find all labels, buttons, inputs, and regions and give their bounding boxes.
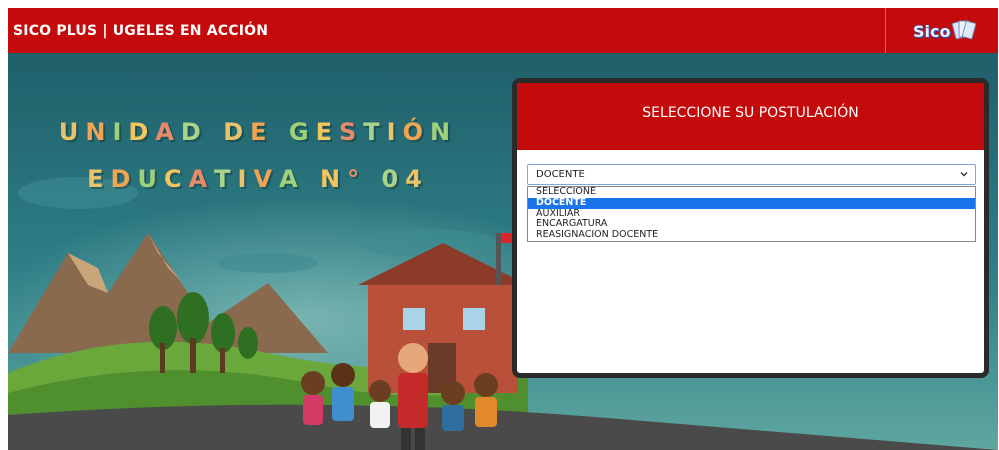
hero-title-line-2: EDUCATIVA N° 04 <box>8 165 508 193</box>
sico-logo[interactable]: Sico <box>913 18 977 44</box>
hero-letter: E <box>250 118 274 146</box>
logo-text: Sico <box>913 21 951 41</box>
hero-letter: A <box>279 165 305 193</box>
cards-icon <box>952 20 977 40</box>
hero-letter <box>305 165 320 193</box>
postulacion-select[interactable]: DOCENTE <box>527 164 976 185</box>
chevron-down-icon <box>960 172 968 177</box>
postulacion-modal: SELECCIONE SU POSTULACIÓN DOCENTE SELECC… <box>512 78 989 378</box>
header-divider <box>885 8 886 53</box>
hero-letter: I <box>112 118 129 146</box>
hero-letter: ° <box>347 165 367 193</box>
select-option[interactable]: SELECCIONE <box>528 186 975 198</box>
select-option[interactable]: DOCENTE <box>528 197 975 209</box>
hero-letter: E <box>315 118 339 146</box>
modal-title: SELECCIONE SU POSTULACIÓN <box>517 83 984 150</box>
hero-letter: T <box>214 165 238 193</box>
hero-letter: Ó <box>402 118 431 146</box>
hero-letter: D <box>110 165 138 193</box>
hero-letter: 4 <box>405 165 429 193</box>
hero-letter <box>366 165 381 193</box>
app-title: SICO PLUS | UGELES EN ACCIÓN <box>13 23 269 39</box>
top-bar: SICO PLUS | UGELES EN ACCIÓN Sico <box>8 8 998 53</box>
hero-letter: N <box>320 165 348 193</box>
hero-title-line-1: UNIDAD DE GESTIÓN <box>8 118 508 146</box>
hero-letter: I <box>237 165 254 193</box>
select-option[interactable]: REASIGNACION DOCENTE <box>528 229 975 241</box>
hero-letter: S <box>339 118 364 146</box>
hero-letter: A <box>155 118 181 146</box>
hero-letter: G <box>288 118 316 146</box>
hero-letter <box>208 118 223 146</box>
hero-letter: D <box>223 118 251 146</box>
hero-letter: V <box>253 165 280 193</box>
hero-letter: I <box>386 118 403 146</box>
hero-letter: C <box>163 165 189 193</box>
hero-letter: E <box>87 165 111 193</box>
hero-letter: U <box>137 165 164 193</box>
hero-letter: A <box>188 165 215 193</box>
hero-letter: D <box>180 118 208 146</box>
hero-letter: T <box>363 118 387 146</box>
hero-letter: 0 <box>381 165 406 193</box>
hero-letter: U <box>58 118 86 146</box>
hero-letter: N <box>85 118 113 146</box>
hero-letter: N <box>430 118 458 146</box>
select-value: DOCENTE <box>536 169 585 180</box>
hero-letter <box>274 118 289 146</box>
select-options-list: SELECCIONE DOCENTE AUXILIAR ENCARGATURA REAS… <box>527 186 976 242</box>
hero-letter: D <box>128 118 156 146</box>
